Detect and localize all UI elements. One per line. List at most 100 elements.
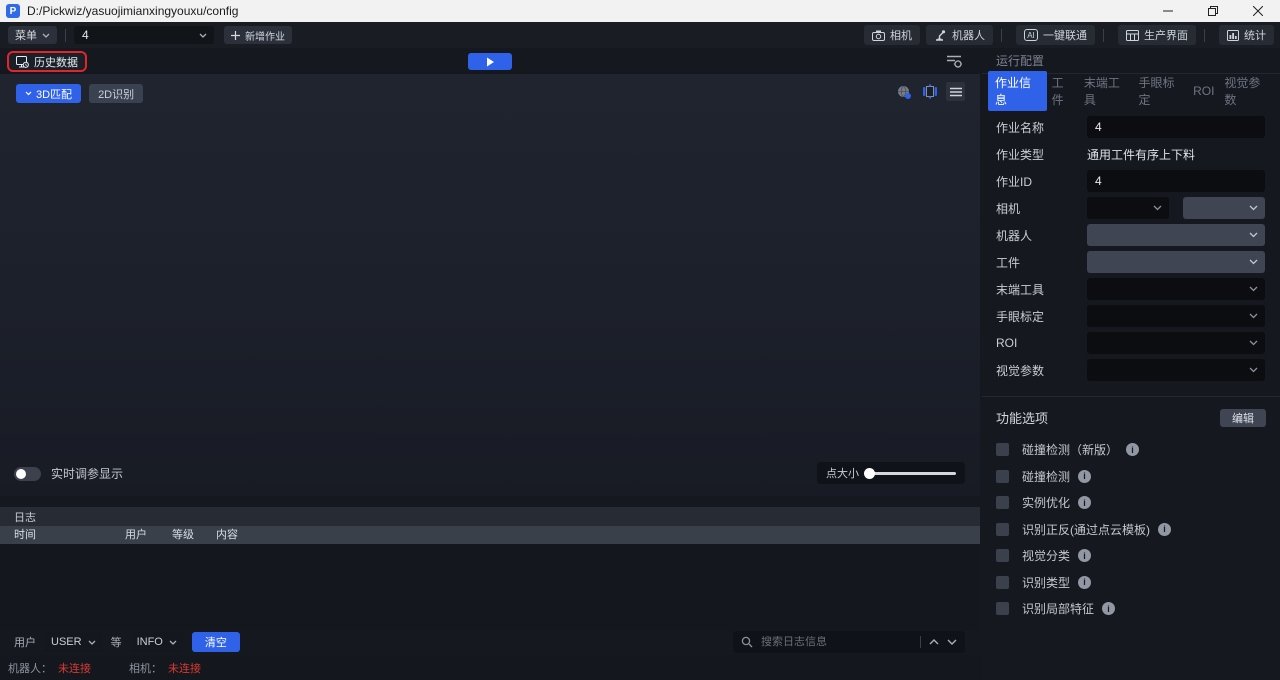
production-view-button[interactable]: 生产界面 — [1118, 25, 1196, 45]
end-tool-select[interactable] — [1087, 278, 1265, 300]
info-icon[interactable] — [1126, 443, 1139, 456]
minimize-button[interactable] — [1145, 0, 1190, 22]
user-filter-label: 用户 — [14, 634, 36, 650]
tab-roi[interactable]: ROI — [1188, 81, 1219, 101]
job-name-input[interactable] — [1087, 116, 1265, 138]
chevron-down-icon — [1249, 313, 1258, 319]
options-list: 碰撞检测（新版） 碰撞检测 实例优化 识别正反(通过点云模板) 视觉分类 — [996, 443, 1171, 629]
chevron-down-icon — [169, 640, 177, 645]
tab-end-tool[interactable]: 末端工具 — [1079, 71, 1134, 111]
toggle-knob — [16, 469, 26, 479]
field-job-id: 作业ID — [996, 170, 1265, 192]
log-col-time: 时间 — [14, 526, 36, 544]
info-icon[interactable] — [1078, 549, 1091, 562]
run-job-button[interactable] — [468, 53, 512, 70]
status-bar: 机器人： 未连接 相机： 未连接 — [0, 655, 982, 680]
config-title: 运行配置 — [996, 52, 1044, 69]
viewport-3d[interactable]: 3D匹配 2D识别 — [0, 74, 980, 496]
realtime-tuning-toggle[interactable] — [14, 467, 41, 481]
job-type-value: 通用工件有序上下料 — [1087, 146, 1195, 163]
info-icon[interactable] — [1078, 470, 1091, 483]
level-filter-dropdown[interactable]: INFO — [131, 632, 183, 652]
hand-eye-select[interactable] — [1087, 305, 1265, 327]
log-table-body[interactable] — [0, 544, 980, 630]
restore-button[interactable] — [1190, 0, 1235, 22]
option-recognition-type: 识别类型 — [996, 576, 1171, 589]
point-cloud-view-button[interactable] — [894, 82, 913, 101]
camera-select[interactable] — [1087, 197, 1169, 219]
field-workpiece: 工件 — [996, 251, 1265, 273]
edit-options-button[interactable]: 编辑 — [1220, 409, 1266, 427]
workspace: 历史数据 3D匹配 2D识别 — [0, 48, 980, 655]
point-size-label: 点大小 — [826, 465, 859, 481]
tab-workpiece[interactable]: 工件 — [1047, 71, 1079, 111]
one-click-connect-button[interactable]: AI 一键联通 — [1016, 25, 1095, 45]
search-prev-button[interactable] — [929, 639, 939, 645]
tab-3d-match[interactable]: 3D匹配 — [16, 84, 81, 103]
user-filter-dropdown[interactable]: USER — [45, 632, 102, 652]
new-job-button[interactable]: 新增作业 — [224, 26, 292, 44]
divider — [982, 396, 1280, 397]
info-icon[interactable] — [1158, 523, 1171, 536]
checkbox[interactable] — [996, 576, 1009, 589]
camera-status-label: 相机： — [129, 660, 162, 676]
camera-icon — [872, 30, 885, 41]
config-tabs: 作业信息 工件 末端工具 手眼标定 ROI 视觉参数 — [988, 80, 1274, 102]
camera-mode-select[interactable] — [1183, 197, 1265, 219]
clear-log-button[interactable]: 清空 — [192, 632, 240, 652]
titlebar: P D:/Pickwiz/yasuojimianxingyouxu/config — [0, 0, 1280, 22]
chevron-down-icon — [1249, 232, 1258, 238]
roi-select[interactable] — [1087, 332, 1265, 354]
job-selector-dropdown[interactable]: 4 — [74, 26, 214, 44]
log-search-input[interactable] — [761, 636, 912, 648]
chevron-down-icon — [88, 640, 96, 645]
viewport-menu-button[interactable] — [946, 82, 965, 101]
tab-hand-eye[interactable]: 手眼标定 — [1133, 71, 1188, 111]
toolbar-separator — [1103, 29, 1104, 42]
close-button[interactable] — [1235, 0, 1280, 22]
toolbar-separator — [65, 29, 66, 42]
sphere-icon — [896, 84, 912, 100]
app-logo: P — [6, 4, 20, 18]
level-filter-label: 等 — [111, 634, 122, 650]
tab-2d-recognition[interactable]: 2D识别 — [89, 84, 143, 103]
info-icon[interactable] — [1102, 602, 1115, 615]
app-window: P D:/Pickwiz/yasuojimianxingyouxu/config… — [0, 0, 1280, 680]
fit-view-button[interactable] — [920, 82, 939, 101]
toolbar-separator — [1204, 29, 1205, 42]
menu-button[interactable]: 菜单 — [8, 26, 57, 44]
checkbox[interactable] — [996, 496, 1009, 509]
view-settings-button[interactable] — [946, 54, 962, 73]
search-next-button[interactable] — [947, 639, 957, 645]
field-camera: 相机 — [996, 197, 1265, 219]
log-titlebar: 日志 — [0, 507, 980, 526]
checkbox[interactable] — [996, 602, 1009, 615]
workpiece-select[interactable] — [1087, 251, 1265, 273]
option-collision-new: 碰撞检测（新版） — [996, 443, 1171, 456]
plus-icon — [231, 31, 240, 40]
checkbox[interactable] — [996, 523, 1009, 536]
checkbox[interactable] — [996, 549, 1009, 562]
point-size-slider[interactable] — [866, 472, 956, 475]
statistics-button[interactable]: 统计 — [1219, 25, 1274, 45]
search-divider — [920, 636, 921, 648]
robot-status-value: 未连接 — [58, 660, 91, 676]
checkbox[interactable] — [996, 443, 1009, 456]
checkbox[interactable] — [996, 470, 1009, 483]
history-data-button[interactable]: 历史数据 — [7, 51, 87, 72]
vision-params-select[interactable] — [1087, 359, 1265, 381]
camera-button[interactable]: 相机 — [864, 25, 920, 45]
field-robot: 机器人 — [996, 224, 1265, 246]
job-id-input[interactable] — [1087, 170, 1265, 192]
slider-knob[interactable] — [864, 468, 875, 479]
info-icon[interactable] — [1078, 496, 1091, 509]
tab-job-info[interactable]: 作业信息 — [988, 71, 1047, 111]
robot-button[interactable]: 机器人 — [926, 25, 993, 45]
info-icon[interactable] — [1078, 576, 1091, 589]
field-vision-params: 视觉参数 — [996, 359, 1265, 381]
chevron-down-icon — [42, 33, 50, 38]
chevron-down-icon — [1249, 205, 1258, 211]
robot-select[interactable] — [1087, 224, 1265, 246]
tab-vision-params[interactable]: 视觉参数 — [1219, 71, 1274, 111]
chevron-down-icon — [1153, 205, 1162, 211]
